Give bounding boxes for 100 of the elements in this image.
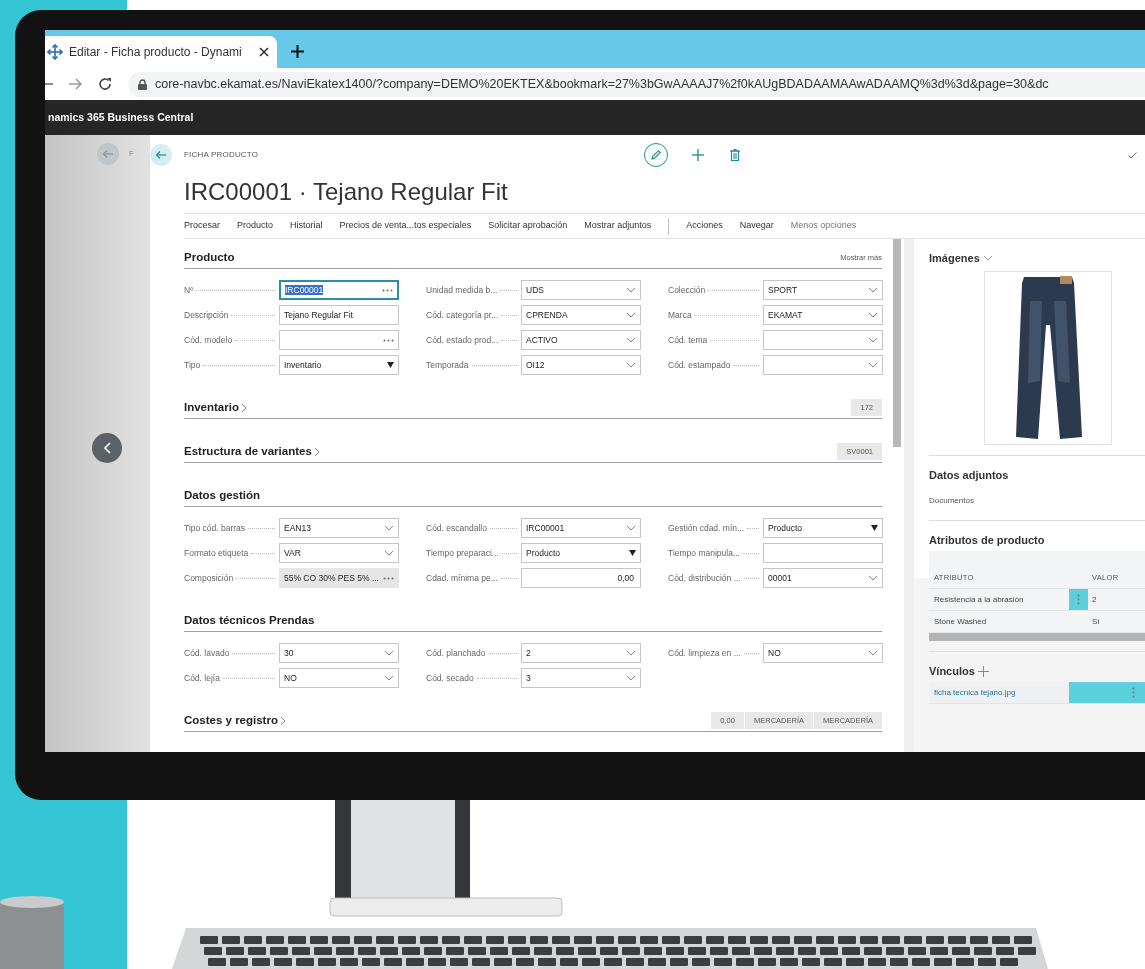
action-menu-item[interactable]: Acciones: [686, 219, 723, 233]
back-button[interactable]: [97, 143, 119, 165]
edit-button[interactable]: [644, 143, 668, 167]
input-field[interactable]: Tejano Regular Fit: [279, 305, 399, 325]
reload-icon[interactable]: [98, 77, 112, 91]
app-title: namics 365 Business Central: [47, 109, 194, 125]
section-title[interactable]: Costes y registro: [184, 711, 278, 730]
dropdown-field[interactable]: VAR: [279, 543, 399, 563]
chevron-right-icon: [313, 446, 320, 457]
scrollbar[interactable]: [929, 633, 1145, 641]
lookup-field[interactable]: IRC00001: [279, 280, 399, 300]
field-label: Cód. lejía: [184, 671, 279, 685]
dropdown-field[interactable]: 00001: [763, 568, 883, 588]
dropdown-field[interactable]: [763, 355, 883, 375]
chevron-down-icon: [626, 362, 636, 368]
field-label: Cód. planchado: [426, 646, 521, 660]
lookup-field[interactable]: [279, 330, 399, 350]
tab-title: Editar - Ficha producto - Dynami: [69, 44, 242, 61]
dropdown-field[interactable]: SPORT: [763, 280, 883, 300]
section-title[interactable]: Inventario: [184, 398, 239, 417]
caret-down-icon: [629, 550, 636, 556]
back-button[interactable]: [150, 144, 172, 166]
chevron-down-icon: [626, 287, 636, 293]
chevron-down-icon: [868, 575, 878, 581]
page-title: IRC00001 · Tejano Regular Fit: [184, 177, 509, 207]
dropdown-field[interactable]: CPRENDA: [521, 305, 641, 325]
lookup-field[interactable]: 55% CO 30% PES 5% ...: [279, 568, 399, 588]
delete-icon[interactable]: [730, 149, 740, 161]
dropdown-field[interactable]: 2: [521, 643, 641, 663]
forward-icon[interactable]: [69, 78, 82, 90]
field-label: Tipo cód. barras: [184, 521, 279, 535]
dropdown-field[interactable]: 3: [521, 668, 641, 688]
dropdown-field[interactable]: ACTIVO: [521, 330, 641, 350]
field-label: Cód. tema: [668, 333, 763, 347]
dropdown-field[interactable]: NO: [279, 668, 399, 688]
dropdown-field[interactable]: UDS: [521, 280, 641, 300]
dropdown-field[interactable]: NO: [763, 643, 883, 663]
new-tab-icon[interactable]: [291, 45, 304, 58]
section-title: Datos gestión: [184, 487, 261, 503]
field-label: Descripción: [184, 308, 279, 322]
chevron-down-icon: [384, 550, 394, 556]
close-icon[interactable]: [259, 47, 269, 57]
browser-tab[interactable]: Editar - Ficha producto - Dynami: [45, 36, 277, 68]
input-field[interactable]: [763, 543, 883, 563]
chevron-down-icon: [626, 337, 636, 343]
dropdown-field[interactable]: 30: [279, 643, 399, 663]
field-label: Cód. distribución ...: [668, 571, 763, 585]
dropdown-field[interactable]: IRC00001: [521, 518, 641, 538]
dropdown-field[interactable]: EAN13: [279, 518, 399, 538]
field-label: Cdad. mínima pe...: [426, 571, 521, 585]
field-label: Cód. limpieza en ...: [668, 646, 763, 660]
action-menu-item[interactable]: Navegar: [739, 219, 774, 233]
dropdown-field[interactable]: Producto: [521, 543, 641, 563]
input-field[interactable]: 0,00: [521, 568, 641, 588]
section-title: Producto: [184, 249, 235, 265]
field-label: Tiempo preparaci...: [426, 546, 521, 560]
field-label: Unidad medida b...: [426, 283, 521, 297]
section-title[interactable]: Estructura de variantes: [184, 442, 312, 461]
chevron-down-icon: [982, 255, 993, 261]
vertical-ellipsis-icon: [1132, 687, 1135, 698]
chevron-right-icon: [279, 715, 286, 726]
address-bar[interactable]: core-navbc.ekamat.es/NaviEkatex1400/?company=DEMO%20EKTEX&bookmark=27%3bGwAAAAJ7%2f0kAUgBDADAAMAAwADAAMQ%3d%3d&page=30&dc: [128, 71, 1145, 97]
add-icon[interactable]: [977, 665, 989, 677]
chevron-left-icon: [103, 442, 111, 454]
ellipsis-icon: [383, 576, 394, 580]
ellipsis-icon: [383, 338, 394, 342]
page-caption: FICHA PRODUCTO: [184, 149, 260, 161]
field-label: Composición: [184, 571, 279, 585]
scrollbar-thumb[interactable]: [893, 239, 901, 447]
dropdown-field[interactable]: [763, 330, 883, 350]
field-label: Formato etiqueta: [184, 546, 279, 560]
table-cell-text: Sí: [1091, 615, 1101, 628]
dropdown-field[interactable]: EKAMAT: [763, 305, 883, 325]
dropdown-field[interactable]: OI12: [521, 355, 641, 375]
previous-button[interactable]: [92, 433, 122, 463]
dropdown-field[interactable]: Inventario: [279, 355, 399, 375]
field-label: Tiempo manipula...: [668, 546, 763, 560]
action-menu-item[interactable]: Mostrar adjuntos: [584, 219, 652, 233]
panel-title: Vínculos: [929, 663, 975, 679]
chevron-down-icon: [868, 312, 878, 318]
action-menu-item[interactable]: Procesar: [184, 219, 220, 233]
action-menu-item[interactable]: Precios de venta...tos especiales: [339, 219, 472, 233]
field-label: Cód. categoría pr...: [426, 308, 521, 322]
field-label: Tipo: [184, 358, 279, 372]
chevron-down-icon: [868, 650, 878, 656]
chevron-down-icon: [384, 675, 394, 681]
back-arrow-icon: [156, 151, 166, 159]
action-menu-item[interactable]: Solicitar aprobación: [488, 219, 568, 233]
action-menu-item[interactable]: Producto: [237, 219, 274, 233]
chevron-down-icon: [626, 525, 636, 531]
dropdown-field[interactable]: Producto: [763, 518, 883, 538]
caret-down-icon: [871, 525, 878, 531]
field-label: Temporada: [426, 358, 521, 372]
action-menu-item[interactable]: Menos opciones: [790, 219, 857, 233]
documents-link[interactable]: Documentos: [929, 495, 974, 507]
action-menu-item[interactable]: Historial: [290, 219, 323, 233]
back-arrow-icon: [103, 150, 113, 158]
url-text: core-navbc.ekamat.es/NaviEkatex1400/?company=DEMO%20EKTEX&bookmark=27%3bGwAAAAJ7%2f0kAUgBDADAAMAAwADAAMQ%3d%3d&page=30&dc: [155, 75, 1049, 93]
add-icon[interactable]: [692, 149, 704, 161]
field-label: Cód. escandallo: [426, 521, 521, 535]
